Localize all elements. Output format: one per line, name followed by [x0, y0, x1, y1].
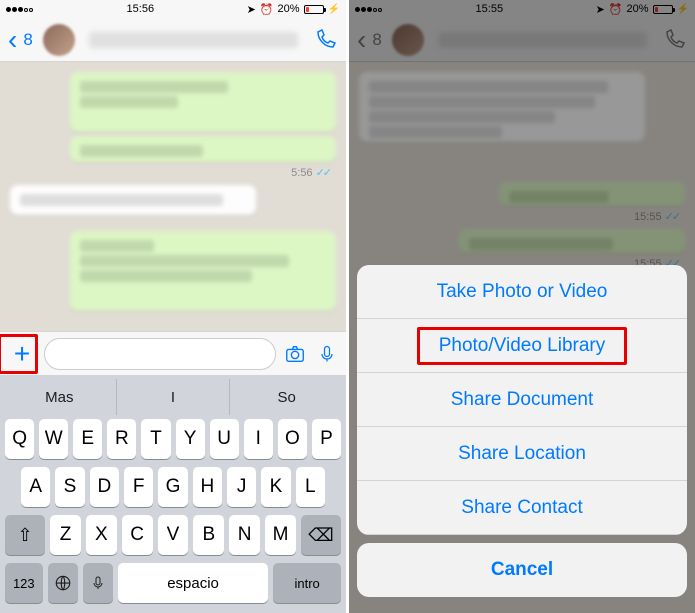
sheet-take-photo[interactable]: Take Photo or Video — [357, 265, 687, 319]
key-o[interactable]: O — [278, 419, 307, 459]
key-t[interactable]: T — [141, 419, 170, 459]
action-sheet-cancel-group: Cancel — [357, 543, 687, 597]
key-m[interactable]: M — [265, 515, 296, 555]
sheet-cancel[interactable]: Cancel — [357, 543, 687, 597]
action-sheet-options: Take Photo or Video Photo/Video Library … — [357, 265, 687, 535]
key-s[interactable]: S — [55, 467, 84, 507]
alarm-icon: ⏰ — [260, 3, 274, 16]
key-e[interactable]: E — [73, 419, 102, 459]
key-f[interactable]: F — [124, 467, 153, 507]
back-count[interactable]: 8 — [23, 30, 32, 50]
key-a[interactable]: A — [21, 467, 50, 507]
key-v[interactable]: V — [158, 515, 189, 555]
key-l[interactable]: L — [296, 467, 325, 507]
key-return[interactable]: intro — [273, 563, 341, 603]
key-row: 123 espacio intro — [3, 559, 343, 607]
suggestion-2[interactable]: I — [117, 379, 231, 415]
chat-header: ‹ 8 — [0, 18, 346, 62]
key-delete[interactable]: ⌫ — [301, 515, 341, 555]
key-row: Q W E R T Y U I O P — [3, 415, 343, 463]
read-ticks-icon: ✓✓ — [316, 167, 330, 179]
mic-icon[interactable] — [314, 344, 340, 364]
key-b[interactable]: B — [193, 515, 224, 555]
phone-left: 15:56 ➤ ⏰ 20% ⚡ ‹ 8 5:56✓✓ + — [0, 0, 346, 613]
action-sheet: Take Photo or Video Photo/Video Library … — [357, 265, 687, 605]
key-d[interactable]: D — [90, 467, 119, 507]
key-shift[interactable]: ⇧ — [5, 515, 45, 555]
location-icon: ➤ — [247, 3, 256, 16]
keyboard-suggestions: Mas I So — [3, 379, 343, 415]
message-out[interactable] — [70, 72, 336, 132]
message-text-input[interactable] — [44, 338, 276, 370]
suggestion-3[interactable]: So — [230, 379, 343, 415]
key-q[interactable]: Q — [5, 419, 34, 459]
key-c[interactable]: C — [122, 515, 153, 555]
message-out[interactable] — [70, 231, 336, 311]
back-chevron-icon[interactable]: ‹ — [8, 26, 17, 54]
key-space[interactable]: espacio — [118, 563, 268, 603]
call-icon[interactable] — [312, 28, 338, 52]
key-dictate[interactable] — [83, 563, 113, 603]
key-row: ⇧ Z X C V B N M ⌫ — [3, 511, 343, 559]
phone-right: 15:55 ➤ ⏰ 20% ⚡ ‹ 8 15:55✓✓ 15:55✓✓ Take… — [349, 0, 695, 613]
key-j[interactable]: J — [227, 467, 256, 507]
key-p[interactable]: P — [312, 419, 341, 459]
sheet-share-location[interactable]: Share Location — [357, 427, 687, 481]
charging-icon: ⚡ — [328, 4, 340, 15]
suggestion-1[interactable]: Mas — [3, 379, 117, 415]
key-n[interactable]: N — [229, 515, 260, 555]
key-g[interactable]: G — [158, 467, 187, 507]
status-time: 15:56 — [127, 3, 155, 15]
attach-plus-button[interactable]: + — [6, 338, 38, 370]
status-bar: 15:56 ➤ ⏰ 20% ⚡ — [0, 0, 346, 18]
key-z[interactable]: Z — [50, 515, 81, 555]
key-k[interactable]: K — [261, 467, 290, 507]
message-input-bar: + — [0, 331, 346, 375]
key-w[interactable]: W — [39, 419, 68, 459]
message-timestamp: 5:56✓✓ — [10, 166, 330, 179]
signal-dots-icon — [6, 3, 34, 15]
key-globe[interactable] — [48, 563, 78, 603]
key-row: A S D F G H J K L — [3, 463, 343, 511]
avatar[interactable] — [43, 24, 75, 56]
battery-icon — [304, 5, 324, 14]
contact-name[interactable] — [89, 32, 298, 48]
key-x[interactable]: X — [86, 515, 117, 555]
chat-area: 5:56✓✓ — [0, 62, 346, 331]
sheet-share-document[interactable]: Share Document — [357, 373, 687, 427]
key-y[interactable]: Y — [176, 419, 205, 459]
sheet-photo-library[interactable]: Photo/Video Library — [357, 319, 687, 373]
key-numbers[interactable]: 123 — [5, 563, 43, 603]
key-i[interactable]: I — [244, 419, 273, 459]
keyboard: Mas I So Q W E R T Y U I O P A S D F G H… — [0, 375, 346, 613]
battery-percent: 20% — [278, 3, 300, 15]
key-u[interactable]: U — [210, 419, 239, 459]
message-in[interactable] — [10, 185, 256, 215]
key-h[interactable]: H — [193, 467, 222, 507]
sheet-share-contact[interactable]: Share Contact — [357, 481, 687, 535]
camera-icon[interactable] — [282, 343, 308, 365]
message-out[interactable] — [70, 136, 336, 162]
key-r[interactable]: R — [107, 419, 136, 459]
